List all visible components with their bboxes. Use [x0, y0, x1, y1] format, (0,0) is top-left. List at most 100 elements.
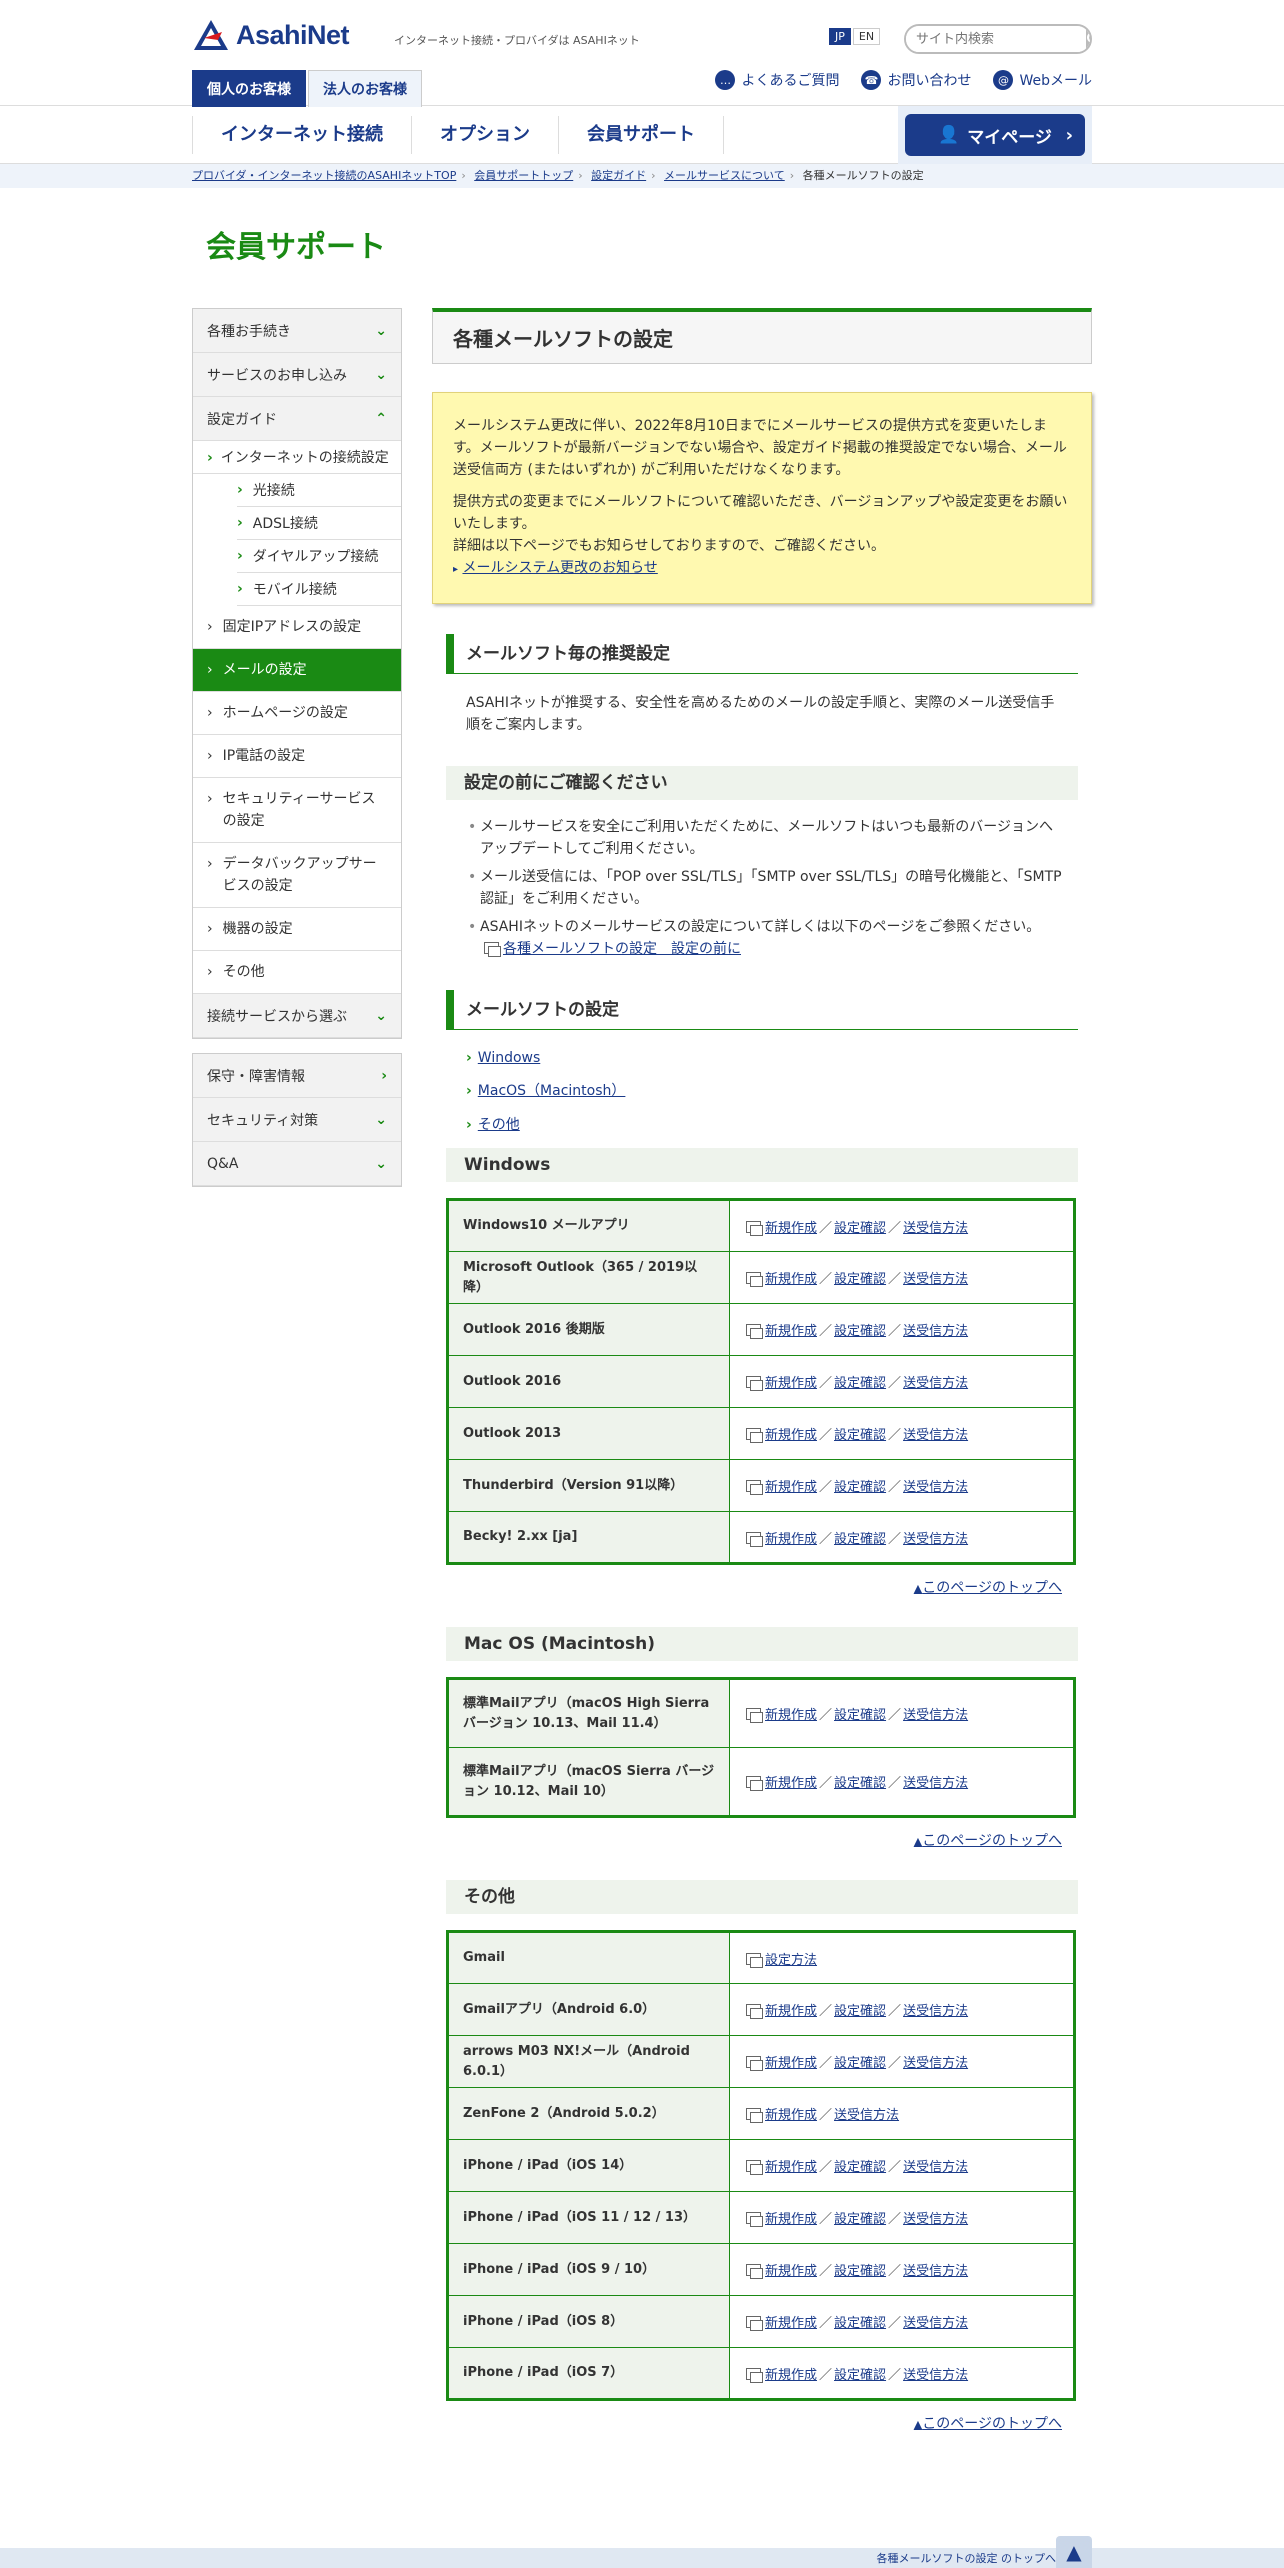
send-receive-link[interactable]: 送受信方法 — [903, 1376, 968, 1391]
check-link[interactable]: 設定確認 — [834, 1532, 886, 1547]
send-receive-link[interactable]: 送受信方法 — [903, 2212, 968, 2227]
sidebar-item-other[interactable]: › その他 — [193, 951, 401, 994]
check-link[interactable]: 設定確認 — [834, 1480, 886, 1495]
search-button[interactable] — [1086, 26, 1090, 52]
sidebar-item-select-service[interactable]: 接続サービスから選ぶ ⌄ — [193, 994, 401, 1038]
new-link[interactable]: 新規作成 — [765, 2160, 817, 2175]
new-link[interactable]: 新規作成 — [765, 1480, 817, 1495]
new-link[interactable]: 新規作成 — [765, 1272, 817, 1287]
check-link[interactable]: 設定確認 — [834, 2264, 886, 2279]
send-receive-link[interactable]: 送受信方法 — [903, 1532, 968, 1547]
notice-link[interactable]: メールシステム更改のお知らせ — [462, 560, 657, 576]
check-link[interactable]: 設定確認 — [834, 1272, 886, 1287]
check-link[interactable]: 設定確認 — [834, 2316, 886, 2331]
tab-personal[interactable]: 個人のお客様 — [192, 70, 306, 107]
lang-jp[interactable]: JP — [829, 28, 851, 45]
sidebar-item-adsl[interactable]: › ADSL接続 — [237, 507, 401, 540]
before-settings-link[interactable]: 各種メールソフトの設定 設定の前に — [503, 941, 741, 957]
check-link[interactable]: 設定確認 — [834, 2004, 886, 2019]
check-link[interactable]: 設定確認 — [834, 1376, 886, 1391]
new-link[interactable]: 新規作成 — [765, 1708, 817, 1723]
breadcrumb-link[interactable]: 設定ガイド — [591, 169, 646, 182]
nav-support[interactable]: 会員サポート — [559, 116, 724, 154]
send-receive-link[interactable]: 送受信方法 — [903, 2368, 968, 2383]
new-link[interactable]: 新規作成 — [765, 1376, 817, 1391]
send-receive-link[interactable]: 送受信方法 — [903, 1428, 968, 1443]
send-receive-link[interactable]: 送受信方法 — [903, 1776, 968, 1791]
send-receive-link[interactable]: 送受信方法 — [903, 2056, 968, 2071]
check-link[interactable]: 設定確認 — [834, 1428, 886, 1443]
mypage-button[interactable]: 👤 マイページ › — [905, 114, 1085, 156]
sidebar-item-homepage[interactable]: › ホームページの設定 — [193, 692, 401, 735]
check-link[interactable]: 設定確認 — [834, 1708, 886, 1723]
sidebar-item-connection[interactable]: › インターネットの接続設定 — [193, 441, 401, 474]
send-receive-link[interactable]: 送受信方法 — [903, 1708, 968, 1723]
lang-en[interactable]: EN — [852, 28, 881, 45]
logo[interactable]: AsahiNet — [192, 18, 350, 52]
check-link[interactable]: 設定確認 — [834, 2368, 886, 2383]
breadcrumb-link[interactable]: 会員サポートトップ — [474, 169, 573, 182]
contact-link[interactable]: ☎ お問い合わせ — [861, 70, 971, 90]
breadcrumb-link[interactable]: プロバイダ・インターネット接続のASAHIネットTOP — [192, 169, 456, 182]
send-receive-link[interactable]: 送受信方法 — [903, 1480, 968, 1495]
search-input[interactable] — [906, 26, 1086, 52]
sidebar-item-maintenance[interactable]: 保守・障害情報 › — [193, 1054, 401, 1098]
anchor-other[interactable]: その他 — [478, 1117, 520, 1133]
send-receive-link[interactable]: 送受信方法 — [903, 1272, 968, 1287]
check-link[interactable]: 設定確認 — [834, 1776, 886, 1791]
new-link[interactable]: 新規作成 — [765, 2316, 817, 2331]
new-link[interactable]: 新規作成 — [765, 1776, 817, 1791]
send-receive-link[interactable]: 送受信方法 — [903, 1221, 968, 1236]
to-top-link[interactable]: このページのトップへ — [914, 1580, 1062, 1596]
anchor-mac[interactable]: MacOS（Macintosh） — [478, 1083, 626, 1099]
check-link[interactable]: 設定確認 — [834, 2160, 886, 2175]
send-receive-link[interactable]: 送受信方法 — [834, 2108, 899, 2123]
to-top-link[interactable]: このページのトップへ — [914, 1833, 1062, 1849]
sidebar-item-devices[interactable]: › 機器の設定 — [193, 908, 401, 951]
sidebar-item-dialup[interactable]: › ダイヤルアップ接続 — [237, 540, 401, 573]
sidebar-item-guide[interactable]: 設定ガイド ⌃ — [193, 397, 401, 441]
tab-business[interactable]: 法人のお客様 — [308, 70, 422, 107]
new-link[interactable]: 新規作成 — [765, 2368, 817, 2383]
new-link[interactable]: 新規作成 — [765, 1324, 817, 1339]
nav-options[interactable]: オプション — [412, 116, 559, 154]
send-receive-link[interactable]: 送受信方法 — [903, 2004, 968, 2019]
new-link[interactable]: 新規作成 — [765, 1428, 817, 1443]
sidebar-item-apply[interactable]: サービスのお申し込み ⌄ — [193, 353, 401, 397]
new-link[interactable]: 新規作成 — [765, 1221, 817, 1236]
send-receive-link[interactable]: 送受信方法 — [903, 2264, 968, 2279]
webmail-link[interactable]: @ Webメール — [993, 70, 1092, 90]
send-receive-link[interactable]: 送受信方法 — [903, 2316, 968, 2331]
footer-crumb[interactable]: 各種メールソフトの設定 のトップへ — [877, 2550, 1057, 2566]
faq-link[interactable]: … よくあるご質問 — [715, 70, 839, 90]
new-link[interactable]: 新規作成 — [765, 2004, 817, 2019]
sidebar-item-backup[interactable]: › データバックアップサービスの設定 — [193, 843, 401, 908]
sidebar-item-mail[interactable]: › メールの設定 — [193, 649, 401, 692]
sidebar-item-fiber[interactable]: › 光接続 — [237, 474, 401, 507]
send-receive-link[interactable]: 送受信方法 — [903, 1324, 968, 1339]
new-link[interactable]: 新規作成 — [765, 2264, 817, 2279]
anchor-windows[interactable]: Windows — [478, 1050, 541, 1066]
check-link[interactable]: 設定確認 — [834, 1324, 886, 1339]
send-receive-link[interactable]: 送受信方法 — [903, 2160, 968, 2175]
pagetop-icon[interactable]: ▲ — [1056, 2536, 1092, 2568]
sidebar-item-procedures[interactable]: 各種お手続き ⌄ — [193, 309, 401, 353]
sidebar-item-qa[interactable]: Q&A ⌄ — [193, 1142, 401, 1186]
sidebar-item-security[interactable]: セキュリティ対策 ⌄ — [193, 1098, 401, 1142]
sidebar-item-ip-phone[interactable]: › IP電話の設定 — [193, 735, 401, 778]
sidebar-item-mobile[interactable]: › モバイル接続 — [237, 573, 401, 606]
sidebar-item-fixed-ip[interactable]: › 固定IPアドレスの設定 — [193, 606, 401, 649]
check-link[interactable]: 設定確認 — [834, 2212, 886, 2227]
breadcrumb-link[interactable]: メールサービスについて — [664, 169, 785, 182]
new-link[interactable]: 新規作成 — [765, 2056, 817, 2071]
new-link[interactable]: 新規作成 — [765, 2108, 817, 2123]
new-link[interactable]: 新規作成 — [765, 1532, 817, 1547]
nav-internet[interactable]: インターネット接続 — [192, 116, 412, 154]
check-link[interactable]: 設定確認 — [834, 1221, 886, 1236]
to-top-link[interactable]: このページのトップへ — [914, 2416, 1062, 2432]
separator: ／ — [888, 2264, 902, 2279]
check-link[interactable]: 設定確認 — [834, 2056, 886, 2071]
sidebar-item-security-service[interactable]: › セキュリティーサービスの設定 — [193, 778, 401, 843]
new-link[interactable]: 新規作成 — [765, 2212, 817, 2227]
setup-link[interactable]: 設定方法 — [765, 1953, 817, 1968]
